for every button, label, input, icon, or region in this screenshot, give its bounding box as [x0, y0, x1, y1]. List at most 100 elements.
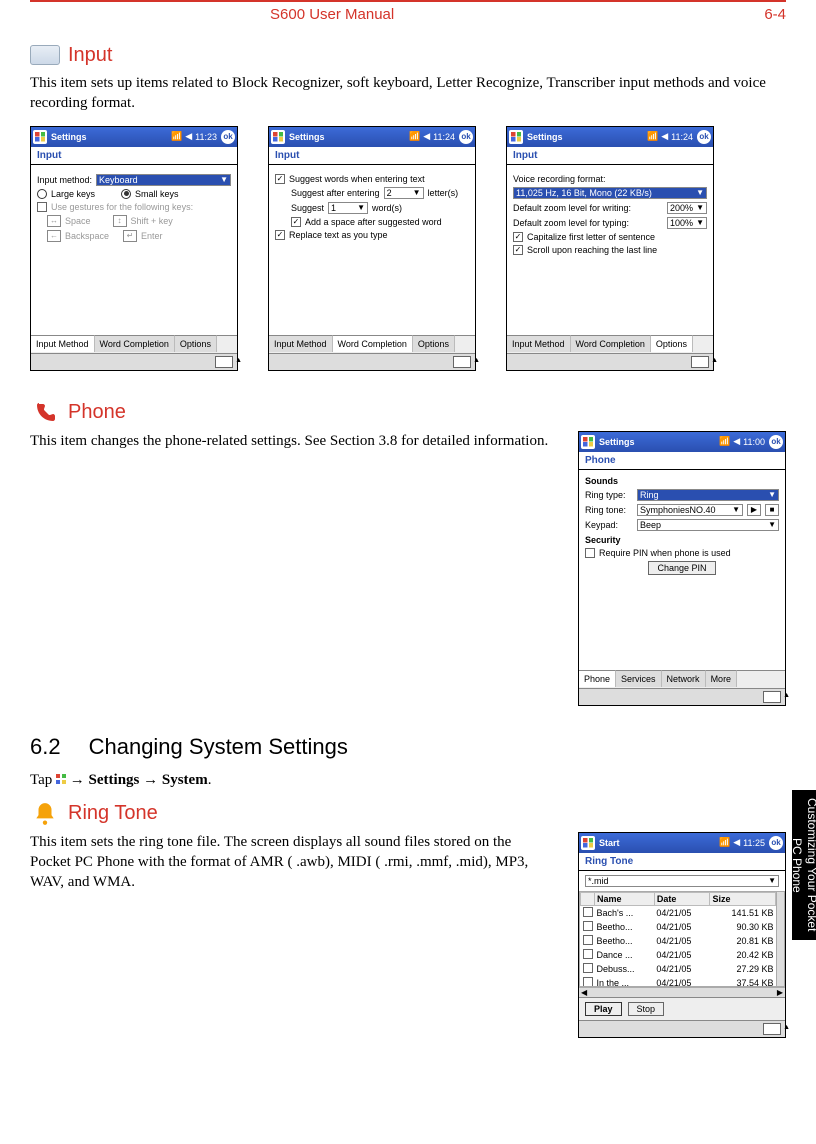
col-name[interactable]: Name [595, 892, 655, 905]
tab-more[interactable]: More [706, 670, 738, 687]
screenshot-ringtone: Start 📶 ◀ 11:25 ok Ring Tone *.mid▼ [578, 832, 786, 1038]
row-checkbox[interactable] [583, 921, 593, 931]
table-row[interactable]: Bach's ...04/21/05141.51 KB [581, 905, 776, 920]
add-space-checkbox[interactable]: ✓ [291, 217, 301, 227]
start-icon[interactable] [509, 130, 523, 144]
require-pin-checkbox[interactable] [585, 548, 595, 558]
cell-name: Beetho... [595, 934, 655, 948]
start-icon[interactable] [581, 836, 595, 850]
tab-services[interactable]: Services [616, 670, 662, 687]
signal-icon: 📶 [409, 131, 420, 142]
horizontal-scrollbar[interactable]: ◀▶ [579, 987, 785, 997]
ok-button[interactable]: ok [221, 130, 235, 144]
row-checkbox[interactable] [583, 963, 593, 973]
table-row[interactable]: Dance ...04/21/0520.42 KB [581, 948, 776, 962]
sip-icon[interactable] [763, 1023, 781, 1035]
clock: 11:24 [433, 132, 455, 142]
ring-type-label: Ring type: [585, 490, 633, 500]
signal-icon: 📶 [171, 131, 182, 142]
sip-icon[interactable] [453, 356, 471, 368]
sip-icon[interactable] [691, 356, 709, 368]
start-icon[interactable] [581, 435, 595, 449]
input-method-dropdown[interactable]: Keyboard▼ [96, 174, 231, 186]
tab-input-method[interactable]: Input Method [507, 335, 571, 352]
capitalize-checkbox[interactable]: ✓ [513, 232, 523, 242]
ringtone-heading: Ring Tone [30, 802, 786, 826]
sip-icon[interactable] [763, 691, 781, 703]
change-pin-button[interactable]: Change PIN [648, 561, 715, 575]
ring-type-dropdown[interactable]: Ring▼ [637, 489, 779, 501]
scroll-last-checkbox[interactable]: ✓ [513, 245, 523, 255]
replace-checkbox[interactable]: ✓ [275, 230, 285, 240]
titlebar-title: Settings [527, 132, 643, 142]
tab-options[interactable]: Options [413, 335, 455, 352]
play-button[interactable]: Play [585, 1002, 622, 1016]
zoom-writing-label: Default zoom level for writing: [513, 203, 663, 213]
speaker-icon: ◀ [423, 131, 430, 142]
cell-name: Bach's ... [595, 905, 655, 920]
row-checkbox[interactable] [583, 949, 593, 959]
page-header: S600 User Manual 6-4 [30, 0, 786, 35]
row-checkbox[interactable] [583, 907, 593, 917]
col-size[interactable]: Size [710, 892, 776, 905]
suggest-n-dropdown[interactable]: 1▼ [328, 202, 368, 214]
small-keys-radio[interactable] [121, 189, 131, 199]
stop-button[interactable]: Stop [628, 1002, 665, 1016]
cell-date: 04/21/05 [654, 934, 710, 948]
space-gesture-icon: ↔ [47, 215, 61, 227]
tab-input-method[interactable]: Input Method [31, 335, 95, 352]
tab-word-completion[interactable]: Word Completion [571, 335, 651, 352]
sip-icon[interactable] [215, 356, 233, 368]
table-row[interactable]: Beetho...04/21/0520.81 KB [581, 934, 776, 948]
large-keys-label: Large keys [51, 189, 95, 199]
row-checkbox[interactable] [583, 977, 593, 986]
row-checkbox[interactable] [583, 935, 593, 945]
play-icon[interactable]: ▶ [747, 504, 761, 516]
zoom-typing-dropdown[interactable]: 100%▼ [667, 217, 707, 229]
tab-word-completion[interactable]: Word Completion [333, 335, 413, 352]
speaker-icon: ◀ [733, 436, 740, 447]
tab-options[interactable]: Options [651, 335, 693, 352]
tray-icons: 📶 ◀ 11:23 [171, 131, 217, 142]
cell-date: 04/21/05 [654, 976, 710, 986]
table-row[interactable]: In the ...04/21/0537.54 KB [581, 976, 776, 986]
tab-options[interactable]: Options [175, 335, 217, 352]
keypad-label: Keypad: [585, 520, 633, 530]
zoom-writing-dropdown[interactable]: 200%▼ [667, 202, 707, 214]
voice-format-dropdown[interactable]: 11,025 Hz, 16 Bit, Mono (22 KB/s)▼ [513, 187, 707, 199]
table-row[interactable]: Beetho...04/21/0590.30 KB [581, 920, 776, 934]
ok-button[interactable]: ok [769, 836, 783, 850]
filter-dropdown[interactable]: *.mid▼ [585, 875, 779, 887]
tab-network[interactable]: Network [662, 670, 706, 687]
tab-word-completion[interactable]: Word Completion [95, 335, 175, 352]
suggest-words-checkbox[interactable]: ✓ [275, 174, 285, 184]
tab-input-method[interactable]: Input Method [269, 335, 333, 352]
ring-tone-dropdown[interactable]: SymphoniesNO.40▼ [637, 504, 743, 516]
clock: 11:23 [195, 132, 217, 142]
ok-button[interactable]: ok [459, 130, 473, 144]
vertical-scrollbar[interactable] [776, 892, 784, 986]
suggest-after-label-a: Suggest after entering [291, 188, 380, 198]
start-icon[interactable] [33, 130, 47, 144]
keyboard-icon [30, 43, 60, 67]
backspace-gesture-icon: ← [47, 230, 61, 242]
suggest-after-dropdown[interactable]: 2▼ [384, 187, 424, 199]
suggest-n-label-b: word(s) [372, 203, 402, 213]
ringtone-paragraph: This item sets the ring tone file. The s… [30, 832, 552, 893]
large-keys-radio[interactable] [37, 189, 47, 199]
gestures-checkbox[interactable] [37, 202, 47, 212]
table-row[interactable]: Debuss...04/21/0527.29 KB [581, 962, 776, 976]
tray-icons: 📶 ◀ 11:00 [719, 436, 765, 447]
ok-button[interactable]: ok [769, 435, 783, 449]
col-date[interactable]: Date [654, 892, 710, 905]
keypad-dropdown[interactable]: Beep▼ [637, 519, 779, 531]
screen-title: Input [31, 147, 237, 165]
tab-phone[interactable]: Phone [579, 670, 616, 687]
screen-title: Phone [579, 452, 785, 470]
cell-size: 27.29 KB [710, 962, 776, 976]
screenshot-phone: Settings 📶 ◀ 11:00 ok Phone Sounds Ring … [578, 431, 786, 706]
tray-icons: 📶 ◀ 11:24 [647, 131, 693, 142]
start-icon[interactable] [271, 130, 285, 144]
stop-icon[interactable]: ■ [765, 504, 779, 516]
ok-button[interactable]: ok [697, 130, 711, 144]
